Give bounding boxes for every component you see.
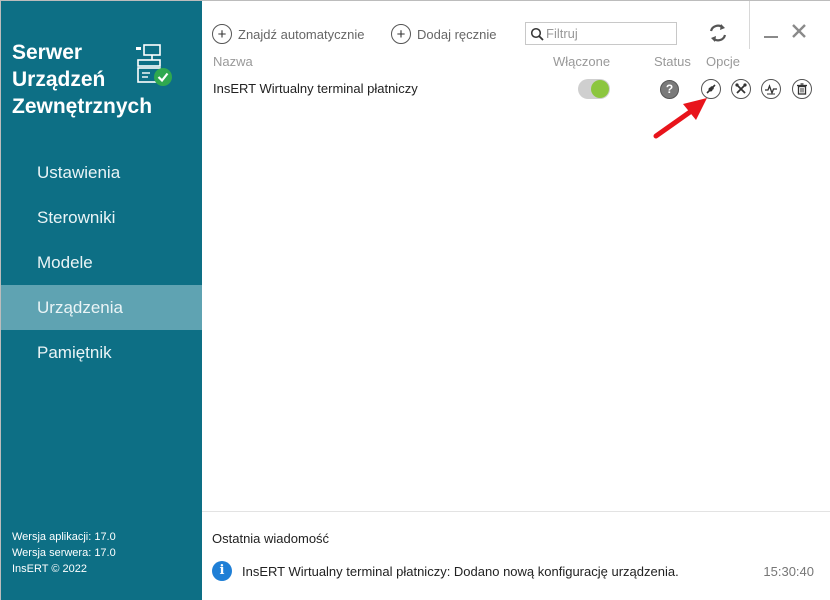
info-icon: i (212, 561, 232, 581)
minimize-icon[interactable] (762, 23, 780, 41)
close-icon[interactable] (789, 21, 809, 41)
app-title: Serwer Urządzeń Zewnętrznych (12, 39, 152, 120)
filter-box[interactable] (525, 22, 677, 45)
find-automatically-label: Znajdź automatycznie (238, 26, 365, 42)
server-device-check-icon (134, 43, 174, 87)
sidebar-item-pamietnik[interactable]: Pamiętnik (1, 330, 202, 375)
sidebar-item-sterowniki[interactable]: Sterowniki (1, 195, 202, 240)
delete-icon[interactable] (792, 79, 812, 99)
device-name: InsERT Wirtualny terminal płatniczy (213, 81, 418, 96)
app-window: Serwer Urządzeń Zewnętrznych Ustawienia … (0, 0, 830, 600)
search-icon (530, 27, 544, 41)
plus-icon: + (212, 24, 232, 44)
toggle-knob (591, 80, 609, 98)
copyright: InsERT © 2022 (12, 563, 87, 575)
diagnostics-icon[interactable] (761, 79, 781, 99)
add-manually-label: Dodaj ręcznie (417, 26, 497, 42)
column-header-options: Opcje (706, 54, 740, 69)
sidebar: Serwer Urządzeń Zewnętrznych Ustawienia … (1, 1, 202, 600)
plus-icon: + (391, 24, 411, 44)
last-message-text: InsERT Wirtualny terminal płatniczy: Dod… (242, 564, 679, 579)
last-message-time: 15:30:40 (763, 564, 814, 579)
filter-input[interactable] (546, 26, 666, 41)
sidebar-item-urzadzenia[interactable]: Urządzenia (1, 285, 202, 330)
column-header-enabled: Włączone (553, 54, 611, 69)
version-info: Wersja aplikacji: 17.0 Wersja serwera: 1… (12, 529, 116, 577)
tools-icon[interactable] (731, 79, 751, 99)
column-header-status: Status (654, 54, 691, 69)
app-title-line-1: Serwer (12, 41, 83, 64)
app-version: Wersja aplikacji: 17.0 (12, 531, 116, 543)
app-title-line-3: Zewnętrznych (12, 95, 153, 118)
column-header-name: Nazwa (213, 54, 253, 69)
server-version: Wersja serwera: 17.0 (12, 547, 116, 559)
sidebar-item-modele[interactable]: Modele (1, 240, 202, 285)
main-panel: + Znajdź automatycznie + Dodaj ręcznie F… (202, 1, 830, 511)
sidebar-nav: Ustawienia Sterowniki Modele Urządzenia … (1, 150, 202, 375)
find-automatically-button[interactable]: + Znajdź automatycznie (212, 23, 364, 45)
enabled-toggle[interactable] (578, 79, 610, 99)
add-manually-button[interactable]: + Dodaj ręcznie (391, 23, 497, 45)
refresh-icon[interactable] (707, 22, 729, 44)
table-row[interactable]: InsERT Wirtualny terminal płatniczy ? (202, 76, 830, 102)
last-message-panel: Ostatnia wiadomość i InsERT Wirtualny te… (202, 511, 830, 600)
last-message-title: Ostatnia wiadomość (212, 531, 330, 546)
column-headers: Nazwa Włączone Status Opcje (202, 54, 830, 70)
toolbar-divider (749, 1, 750, 49)
annotation-arrow-icon (653, 98, 707, 139)
toolbar: + Znajdź automatycznie + Dodaj ręcznie (202, 1, 830, 53)
app-title-line-2: Urządzeń (12, 68, 106, 91)
sidebar-item-ustawienia[interactable]: Ustawienia (1, 150, 202, 195)
